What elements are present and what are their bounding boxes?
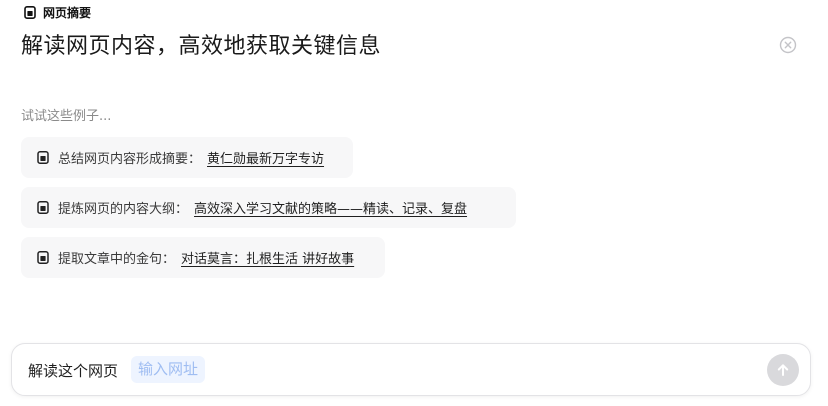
example-link[interactable]: 对话莫言：扎根生活 讲好故事 bbox=[181, 248, 354, 267]
page-title: 解读网页内容，高效地获取关键信息 bbox=[21, 34, 382, 59]
close-icon[interactable] bbox=[779, 36, 797, 54]
example-chip-outline[interactable]: 提炼网页的内容大纲： 高效深入学习文献的策略——精读、记录、复盘 bbox=[21, 187, 516, 228]
document-icon bbox=[24, 5, 36, 19]
example-chip-quotes[interactable]: 提取文章中的金句： 对话莫言：扎根生活 讲好故事 bbox=[21, 237, 385, 278]
document-icon bbox=[37, 251, 49, 264]
prompt-input-box[interactable]: 解读这个网页 输入网址 bbox=[11, 343, 811, 396]
example-prefix: 提炼网页的内容大纲： bbox=[58, 202, 189, 217]
examples-hint: 试试这些例子... bbox=[21, 109, 112, 124]
panel-tag: 网页摘要 bbox=[24, 3, 91, 21]
url-input-slot[interactable]: 输入网址 bbox=[131, 356, 206, 383]
document-icon bbox=[37, 201, 49, 214]
web-summary-panel: 网页摘要 解读网页内容，高效地获取关键信息 试试这些例子... 总结网页内容形成… bbox=[0, 0, 828, 406]
example-link[interactable]: 高效深入学习文献的策略——精读、记录、复盘 bbox=[194, 198, 467, 217]
document-icon bbox=[37, 151, 49, 164]
example-prefix: 提取文章中的金句： bbox=[58, 252, 176, 267]
input-prefix-text: 解读这个网页 bbox=[28, 362, 119, 380]
arrow-up-icon bbox=[777, 364, 789, 376]
example-chip-summary[interactable]: 总结网页内容形成摘要： 黄仁勋最新万字专访 bbox=[21, 137, 353, 178]
panel-tag-label: 网页摘要 bbox=[43, 5, 92, 20]
example-link[interactable]: 黄仁勋最新万字专访 bbox=[207, 148, 324, 167]
send-button[interactable] bbox=[767, 354, 799, 386]
example-prefix: 总结网页内容形成摘要： bbox=[58, 152, 202, 167]
